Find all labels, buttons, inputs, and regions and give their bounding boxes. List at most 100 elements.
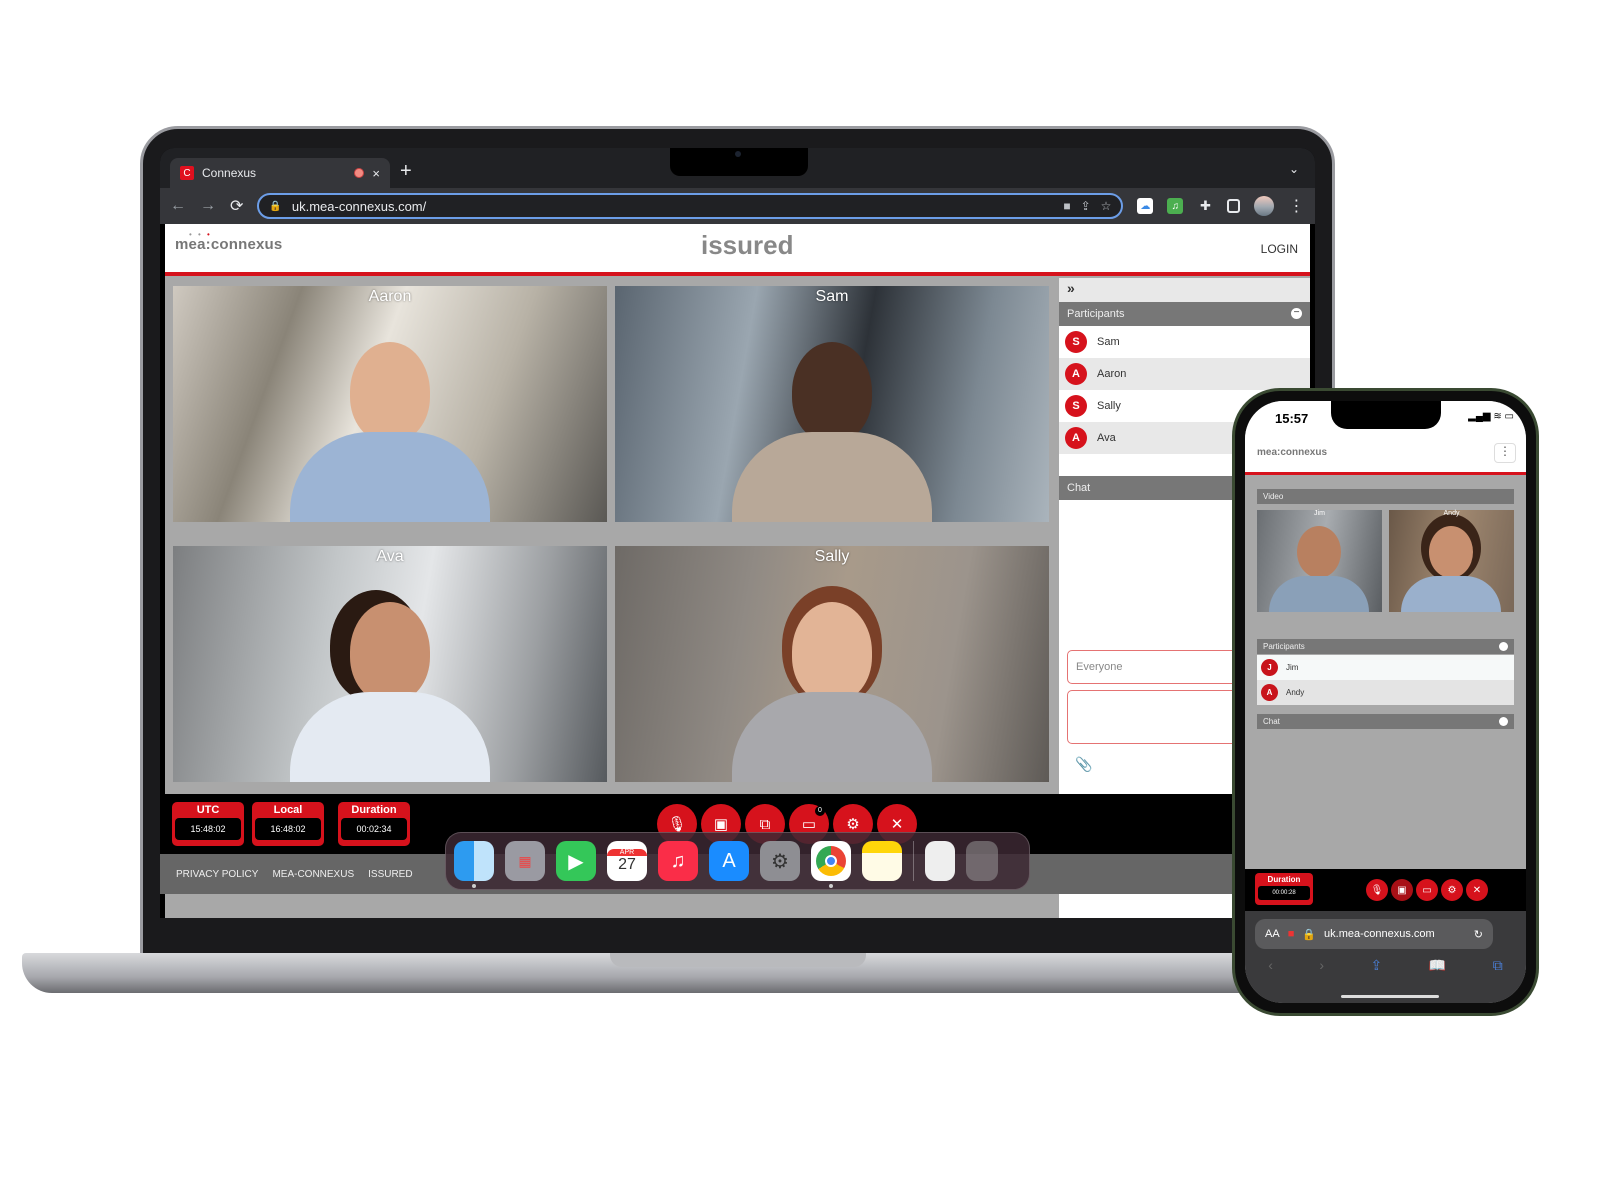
video-off-icon[interactable]: ▣ [1391, 879, 1413, 901]
text-size-button[interactable]: AA [1265, 928, 1280, 940]
mea-connexus-logo[interactable]: mea:connexus [175, 236, 282, 253]
collapse-minus-icon[interactable]: − [1291, 308, 1302, 319]
participant-row[interactable]: J Jim [1257, 655, 1514, 680]
participants-title: Participants [1263, 642, 1305, 651]
trash-icon[interactable] [966, 841, 998, 881]
chat-header[interactable]: Chat [1257, 714, 1514, 729]
dock-separator [913, 841, 914, 881]
issured-logo[interactable]: issured [701, 230, 794, 261]
calendar-month: APR [607, 848, 647, 856]
browser-tab[interactable]: C Connexus × [170, 158, 390, 188]
video-grid: Aaron Sam Ava Sally [173, 286, 1051, 784]
close-icon: ✕ [890, 816, 904, 833]
reload-icon[interactable]: ↻ [1474, 928, 1483, 941]
phone-call-controls: 🎙 ▣ ▭ ⚙ ✕ [1366, 879, 1488, 901]
participant-video [290, 322, 490, 522]
forward-icon[interactable]: › [1319, 957, 1324, 974]
video-tile[interactable]: Aaron [173, 286, 607, 522]
zip-archive-icon[interactable] [925, 841, 955, 881]
mea-connexus-logo[interactable]: mea:connexus [1257, 447, 1327, 458]
utc-clock: UTC 15:48:02 [172, 802, 244, 846]
menu-kebab-icon[interactable]: ⋮ [1494, 443, 1516, 463]
participant-row[interactable]: A Aaron [1059, 358, 1310, 390]
participant-video [732, 582, 932, 782]
notes-icon[interactable] [862, 841, 902, 881]
system-preferences-icon[interactable]: ⚙ [760, 841, 800, 881]
bookmark-star-icon[interactable]: ☆ [1101, 199, 1112, 213]
gear-icon[interactable]: ⚙ [1441, 879, 1463, 901]
lock-icon: 🔒 [1302, 928, 1317, 941]
footer-link-mea-connexus[interactable]: MEA-CONNEXUS [272, 869, 354, 880]
url-text[interactable]: uk.mea-connexus.com/ [292, 199, 1053, 214]
tab-search-chevron-icon[interactable]: ⌄ [1289, 162, 1299, 176]
participant-name: Aaron [1097, 368, 1127, 380]
participants-list: J Jim A Andy [1257, 655, 1514, 705]
tabs-icon[interactable]: ⧉ [1493, 957, 1503, 974]
participant-video [1429, 526, 1473, 578]
facetime-icon[interactable]: ▶ [556, 841, 596, 881]
participant-name: Jim [1286, 663, 1299, 672]
browser-menu-icon[interactable]: ⋮ [1288, 196, 1304, 216]
gear-icon: ⚙ [846, 816, 860, 833]
phone-page-header: mea:connexus ⋮ [1245, 433, 1526, 475]
extensions-puzzle-icon[interactable]: ✚ [1197, 198, 1213, 214]
share-icon[interactable]: ⇪ [1371, 957, 1383, 974]
local-clock: Local 16:48:02 [252, 802, 324, 846]
video-tile[interactable]: Sam [615, 286, 1049, 522]
video-tile[interactable]: Ava [173, 546, 607, 782]
back-icon[interactable]: ‹ [1268, 957, 1273, 974]
bookmarks-icon[interactable]: 📖 [1429, 957, 1446, 974]
participants-header[interactable]: Participants − [1059, 302, 1310, 326]
expand-plus-icon[interactable] [1499, 717, 1508, 726]
close-tab-icon[interactable]: × [372, 166, 380, 181]
reload-button[interactable]: ⟳ [230, 196, 243, 216]
profile-avatar[interactable] [1254, 196, 1275, 216]
forward-button[interactable]: → [200, 197, 216, 215]
chat-icon[interactable]: ▭ [1416, 879, 1438, 901]
back-button[interactable]: ← [170, 197, 186, 215]
icloud-extension-icon[interactable]: ☁ [1137, 198, 1154, 214]
participants-title: Participants [1067, 308, 1125, 320]
collapse-minus-icon[interactable] [1499, 642, 1508, 651]
video-tile-name: Andy [1443, 510, 1460, 517]
safari-nav: ‹ › ⇪ 📖 ⧉ [1245, 957, 1526, 974]
clock-value: 00:02:34 [341, 818, 407, 840]
address-bar[interactable]: 🔒 uk.mea-connexus.com/ ■ ⇪ ☆ [257, 193, 1124, 219]
video-tile[interactable]: Andy [1389, 510, 1514, 612]
clock-value: 15:48:02 [175, 818, 241, 840]
url-text[interactable]: uk.mea-connexus.com [1324, 928, 1435, 940]
video-tile[interactable]: Sally [615, 546, 1049, 782]
video-section-header[interactable]: Video [1257, 489, 1514, 504]
participant-row[interactable]: A Andy [1257, 680, 1514, 705]
finder-icon[interactable] [454, 841, 494, 888]
phone-status-bar: 15:57 ▂▄▆ ≋ ▭ [1245, 401, 1526, 433]
music-extension-icon[interactable]: ♫ [1167, 198, 1184, 214]
participant-avatar: A [1065, 363, 1087, 385]
phone-notch [1331, 401, 1441, 429]
clock-value: 16:48:02 [255, 818, 321, 840]
video-tile[interactable]: Jim [1257, 510, 1382, 612]
footer-link-privacy[interactable]: PRIVACY POLICY [176, 869, 258, 880]
close-icon[interactable]: ✕ [1466, 879, 1488, 901]
participants-header[interactable]: Participants [1257, 639, 1514, 654]
app-store-icon[interactable]: A [709, 841, 749, 881]
mic-off-icon: 🎙 [667, 816, 687, 833]
video-tile-name: Sally [814, 548, 850, 565]
mic-off-icon[interactable]: 🎙 [1366, 879, 1388, 901]
side-panel-icon[interactable] [1227, 199, 1241, 213]
collapse-sidebar-button[interactable]: » [1059, 278, 1310, 302]
clock-label: Local [273, 804, 303, 816]
video-tile-name: Sam [815, 288, 849, 305]
participant-row[interactable]: S Sam [1059, 326, 1310, 358]
camera-icon[interactable]: ■ [1063, 199, 1070, 213]
duration-clock: Duration 00:02:34 [338, 802, 410, 846]
launchpad-icon[interactable]: ▦ [505, 841, 545, 881]
new-tab-button[interactable]: + [400, 160, 412, 183]
music-icon[interactable]: ♫ [658, 841, 698, 881]
safari-address-bar[interactable]: AA ■ 🔒 uk.mea-connexus.com ↻ [1255, 919, 1493, 949]
share-icon[interactable]: ⇪ [1081, 199, 1091, 213]
login-link[interactable]: LOGIN [1261, 242, 1298, 256]
chrome-icon[interactable] [811, 841, 851, 888]
footer-link-issured[interactable]: ISSURED [368, 869, 412, 880]
calendar-icon[interactable]: APR 27 [607, 841, 647, 881]
